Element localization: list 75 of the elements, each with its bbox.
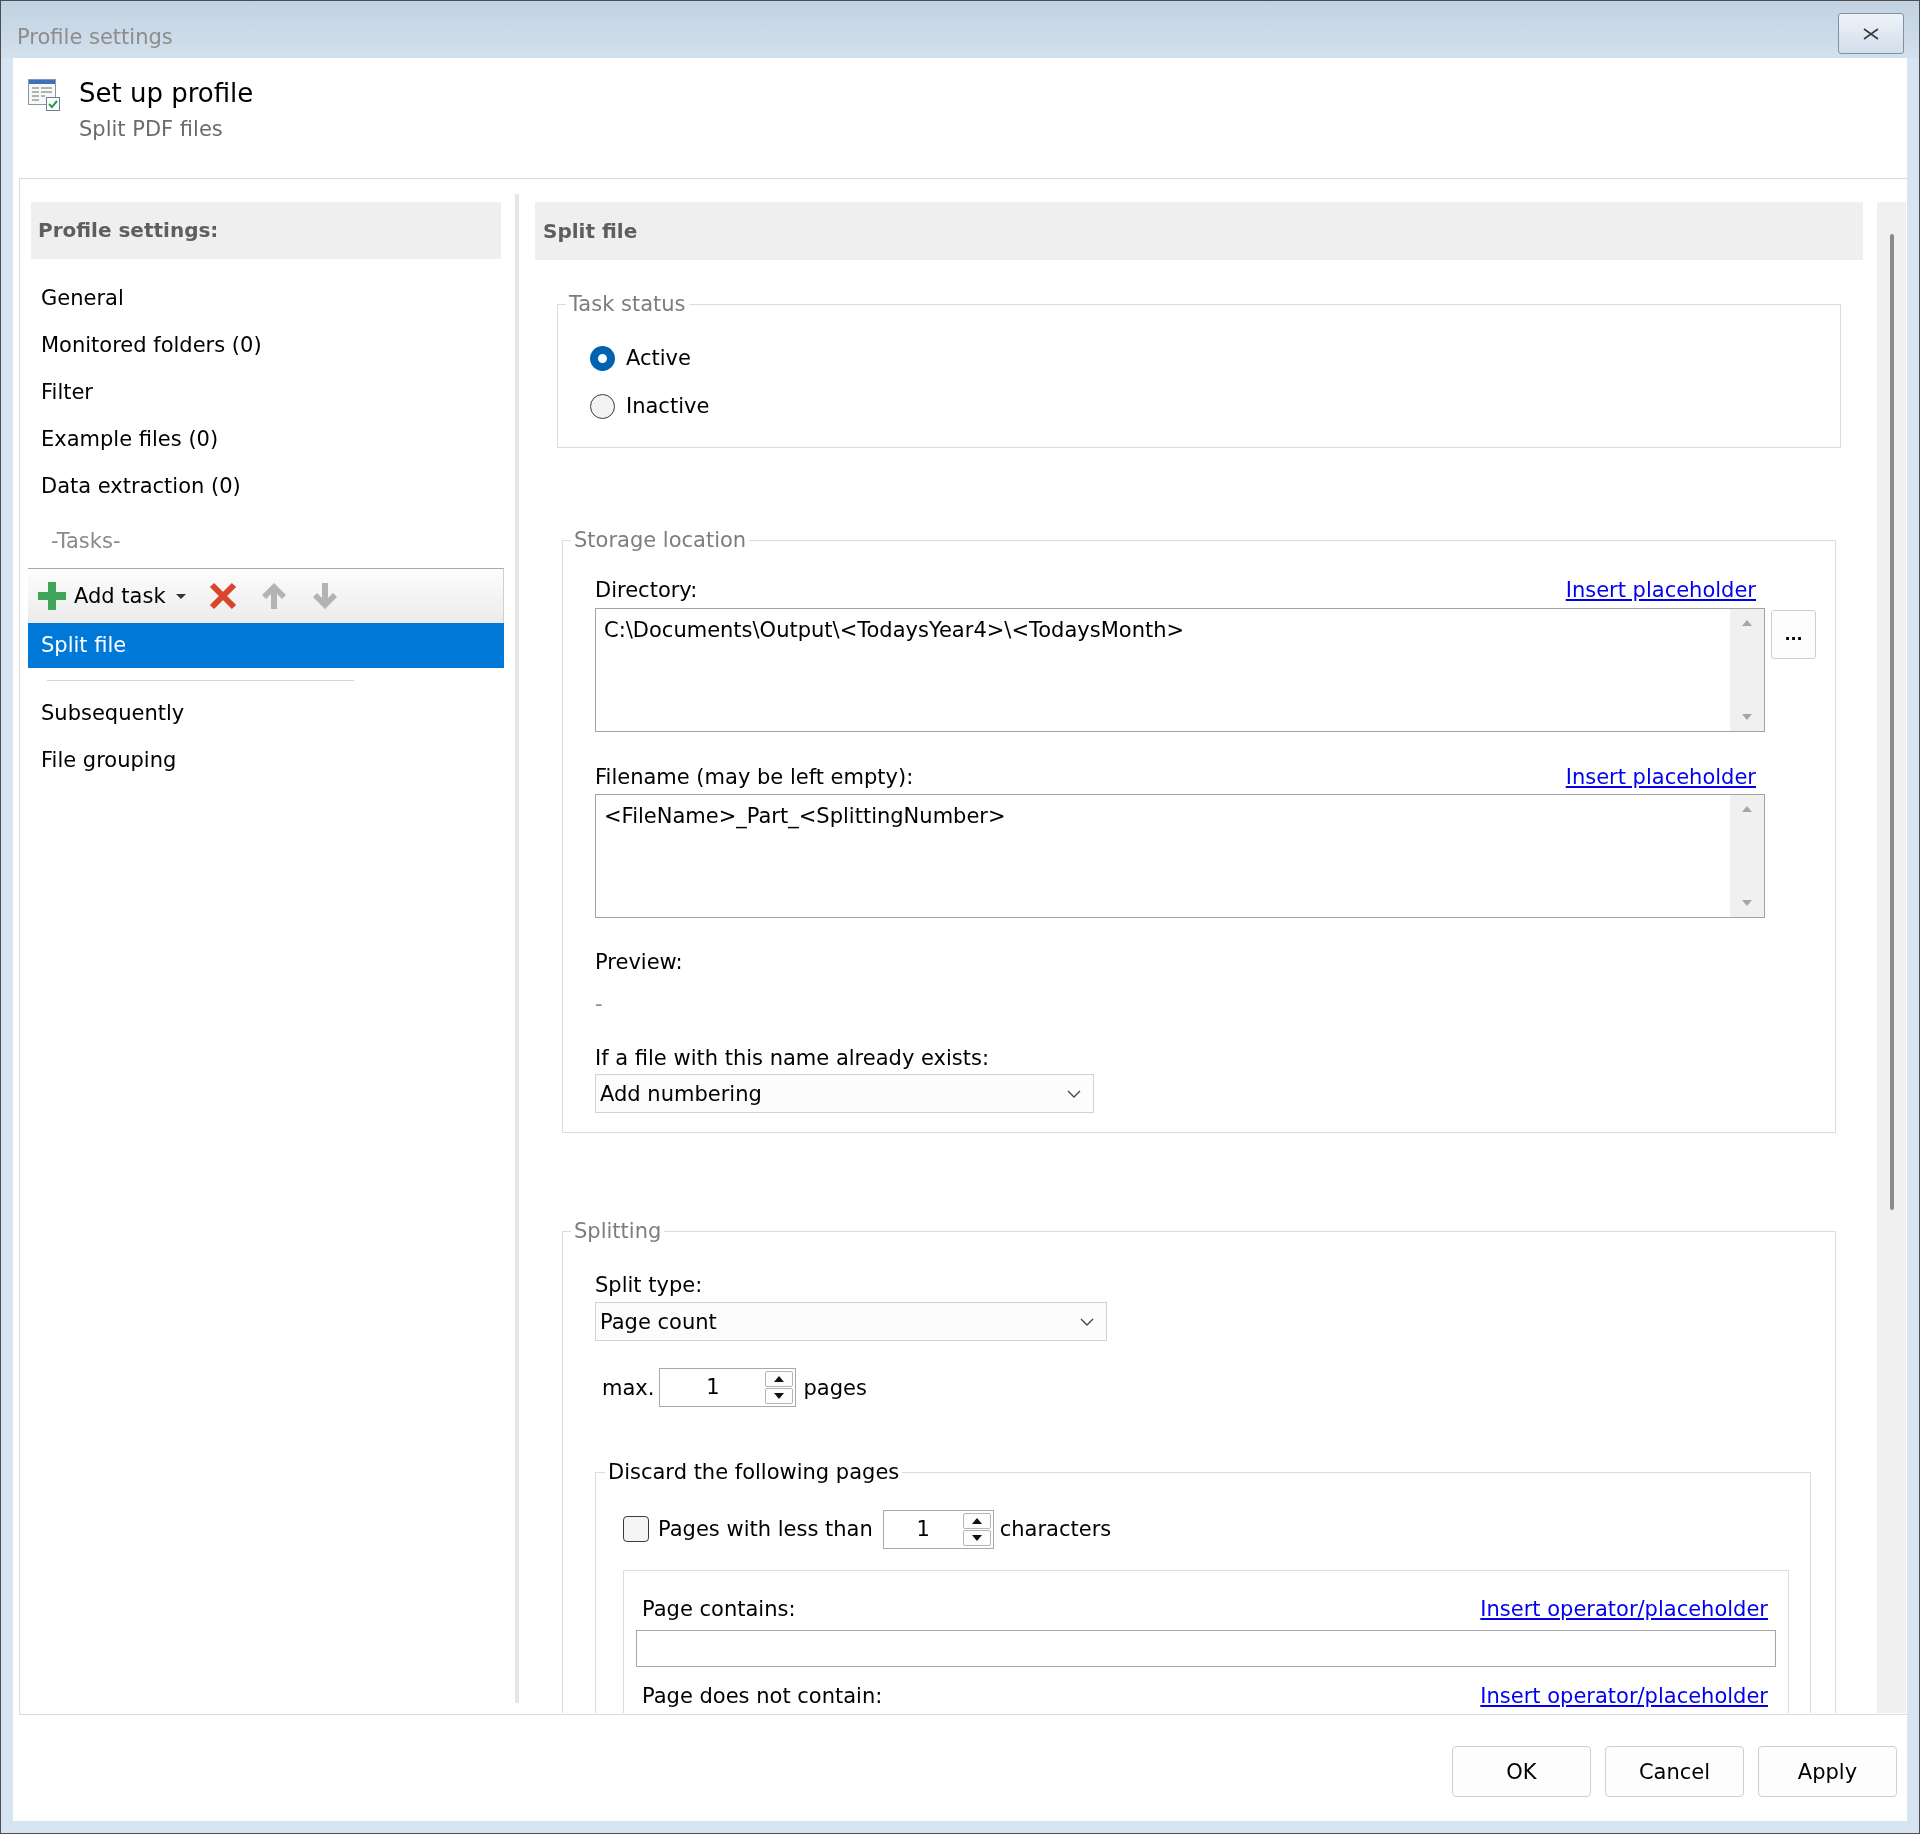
filename-field[interactable]: <FileName>_Part_<SplittingNumber> (595, 794, 1765, 918)
plus-icon (38, 582, 66, 610)
chevron-down-icon (1067, 1089, 1081, 1098)
triangle-up-icon (1742, 620, 1752, 626)
spin-up-button[interactable] (765, 1371, 794, 1387)
field-label: max. (602, 1375, 655, 1400)
triangle-down-icon (1742, 900, 1752, 906)
number-field[interactable]: 1 (882, 1509, 994, 1549)
sidebar-item[interactable]: Subsequently (28, 690, 504, 737)
textarea-scrollbar[interactable] (1730, 609, 1764, 731)
field-label: If a file with this name already exists: (595, 1045, 990, 1072)
close-icon (1863, 27, 1879, 40)
sidebar-item[interactable]: Data extraction (0) (28, 463, 504, 510)
radio-label[interactable]: Active (626, 346, 691, 370)
field-label: characters (999, 1517, 1112, 1541)
caret-icon (175, 593, 186, 599)
sidebar-item[interactable]: Filter (28, 369, 504, 416)
preview-value: - (595, 991, 603, 1018)
field-label: Directory: (595, 578, 698, 602)
cross-icon (208, 582, 237, 610)
text-field[interactable] (636, 1630, 1776, 1667)
insert-placeholder-link[interactable]: Insert placeholder (1565, 765, 1756, 789)
dropdown[interactable]: Add numbering (595, 1074, 1094, 1113)
sidebar-header: Profile settings: (31, 202, 501, 259)
close-button[interactable] (1838, 13, 1904, 54)
field-label: Preview: (595, 949, 683, 976)
field-label: Split type: (595, 1272, 703, 1299)
radio-button[interactable] (590, 393, 615, 419)
textarea-scrollbar[interactable] (1730, 795, 1764, 917)
scrollbar-track[interactable] (1877, 202, 1906, 1713)
checkbox-label[interactable]: Pages with less than (658, 1517, 873, 1541)
dialog-button[interactable]: Apply (1758, 1746, 1897, 1797)
field-label: pages (803, 1375, 867, 1400)
dialog-heading: Set up profile (79, 77, 254, 110)
sidebar-item[interactable]: Monitored folders (0) (28, 322, 504, 369)
triangle-up-icon (971, 1517, 982, 1524)
group-legend: Storage location (571, 527, 750, 553)
insert-placeholder-link[interactable]: Insert placeholder (1565, 578, 1756, 602)
section-header: Split file (535, 202, 1863, 260)
triangle-down-icon (774, 1393, 785, 1399)
window-title: Profile settings (17, 24, 173, 50)
checkbox[interactable] (623, 1516, 649, 1542)
dropdown[interactable]: Page count (595, 1302, 1107, 1341)
directory-field[interactable]: C:\Documents\Output\<TodaysYear4>\<TodaysMonth> (595, 608, 1765, 732)
field-label: Page does not contain: (642, 1684, 883, 1708)
dialog-subtitle: Split PDF files (79, 116, 223, 143)
insert-operator-link[interactable]: Insert operator/placeholder (1480, 1597, 1768, 1621)
number-field[interactable]: 1 (659, 1368, 797, 1407)
triangle-down-icon (1742, 714, 1752, 720)
spin-down-button[interactable] (765, 1388, 794, 1404)
radio-label[interactable]: Inactive (626, 394, 710, 418)
triangle-up-icon (774, 1376, 785, 1382)
sidebar-item[interactable]: General (28, 275, 504, 322)
browse-button[interactable]: ... (1771, 610, 1816, 659)
sidebar-item[interactable]: Example files (0) (28, 416, 504, 463)
window-check-icon (28, 79, 60, 111)
chevron-down-icon (1080, 1317, 1094, 1326)
tasks-heading: -Tasks- (51, 528, 121, 554)
add-task-button[interactable]: Add task (36, 582, 188, 610)
triangle-down-icon (971, 1534, 982, 1541)
radio-button[interactable] (590, 345, 615, 371)
group-legend: Splitting (571, 1218, 665, 1244)
dialog-button[interactable]: OK (1452, 1746, 1591, 1797)
field-label: Filename (may be left empty): (595, 765, 914, 789)
group-legend: Task status (566, 291, 689, 317)
scrollbar-thumb[interactable] (1890, 234, 1894, 1210)
dialog-button[interactable]: Cancel (1605, 1746, 1744, 1797)
spin-down-button[interactable] (962, 1529, 991, 1546)
insert-operator-link[interactable]: Insert operator/placeholder (1480, 1684, 1768, 1708)
field-label: Page contains: (642, 1597, 796, 1621)
group-legend: Discard the following pages (605, 1459, 903, 1485)
triangle-up-icon (1742, 806, 1752, 812)
spin-up-button[interactable] (962, 1512, 991, 1529)
sidebar-item[interactable]: File grouping (28, 737, 504, 784)
task-item[interactable]: Split file (28, 623, 504, 668)
